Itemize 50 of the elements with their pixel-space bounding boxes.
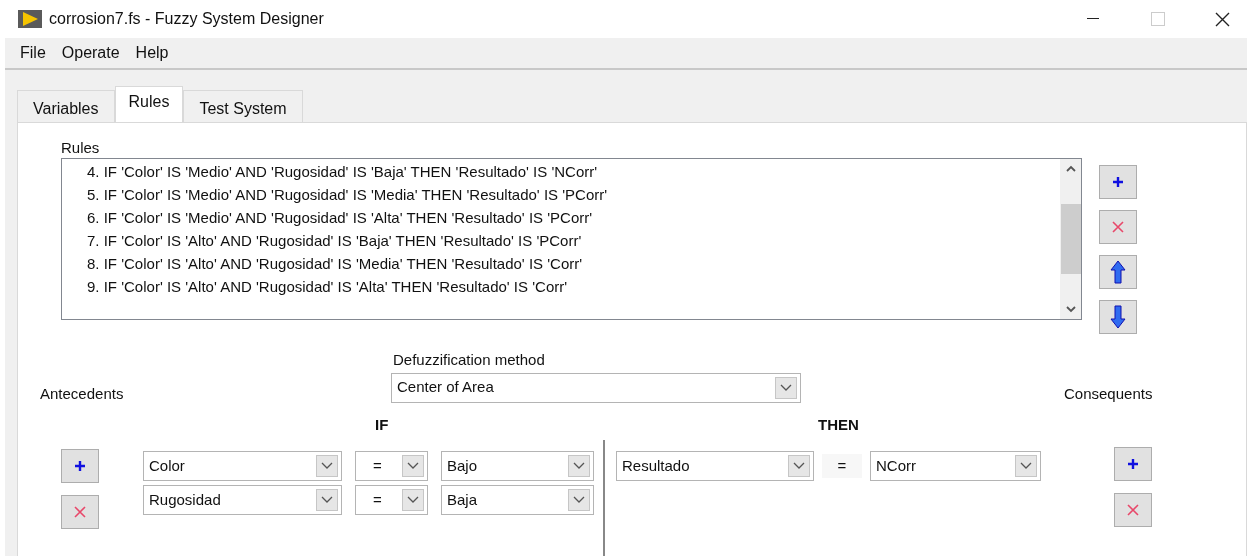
- tab[interactable]: Rules: [114, 86, 184, 122]
- then-heading: THEN: [818, 414, 860, 435]
- move-up-button[interactable]: [1099, 255, 1137, 289]
- scroll-down-icon[interactable]: [1065, 306, 1076, 313]
- window-title: corrosion7.fs - Fuzzy System Designer: [49, 9, 324, 29]
- dropdown[interactable]: Resultado: [616, 451, 814, 481]
- minimize-icon[interactable]: [1087, 18, 1099, 20]
- scroll-thumb[interactable]: [1060, 204, 1081, 274]
- rule-item[interactable]: 6. IF 'Color' IS 'Medio' AND 'Rugosidad' IS 'Alta' THEN 'Resultado' IS 'PCorr': [87, 208, 1060, 231]
- dropdown[interactable]: =: [355, 451, 428, 481]
- add-rule-button[interactable]: [1099, 165, 1137, 199]
- rule-item[interactable]: 4. IF 'Color' IS 'Medio' AND 'Rugosidad' IS 'Baja' THEN 'Resultado' IS 'NCorr': [87, 162, 1060, 185]
- plus-icon: [74, 460, 86, 472]
- menu-item[interactable]: File: [20, 41, 46, 65]
- if-heading: IF: [375, 414, 390, 435]
- equals-operator: =: [822, 454, 862, 478]
- app-logo-icon: [18, 10, 42, 28]
- dropdown[interactable]: =: [355, 485, 428, 515]
- dropdown[interactable]: Baja: [441, 485, 594, 515]
- add-consequent-button[interactable]: [1114, 447, 1152, 481]
- plus-icon: [1127, 458, 1139, 470]
- dropdown[interactable]: Bajo: [441, 451, 594, 481]
- plus-icon: [1112, 176, 1124, 188]
- consequents-label: Consequents: [1064, 384, 1153, 404]
- rule-item[interactable]: 5. IF 'Color' IS 'Medio' AND 'Rugosidad' IS 'Media' THEN 'Resultado' IS 'PCorr': [87, 185, 1060, 208]
- add-antecedent-button[interactable]: [61, 449, 99, 483]
- move-down-button[interactable]: [1099, 300, 1137, 334]
- menu-item[interactable]: Operate: [61, 41, 120, 65]
- up-arrow-icon: [1110, 260, 1126, 284]
- dropdown[interactable]: NCorr: [870, 451, 1041, 481]
- delete-icon: [1126, 503, 1140, 517]
- dropdown[interactable]: Color: [143, 451, 342, 481]
- rules-list[interactable]: [61, 158, 1082, 320]
- rules-label: Rules: [61, 139, 101, 157]
- tab[interactable]: Variables: [17, 90, 115, 122]
- scrollbar[interactable]: [1060, 159, 1081, 319]
- dropdown[interactable]: Rugosidad: [143, 485, 342, 515]
- menu-item[interactable]: Help: [135, 41, 169, 65]
- rule-item[interactable]: 8. IF 'Color' IS 'Alto' AND 'Rugosidad' IS 'Media' THEN 'Resultado' IS 'Corr': [87, 254, 1060, 277]
- rule-item[interactable]: 7. IF 'Color' IS 'Alto' AND 'Rugosidad' IS 'Baja' THEN 'Resultado' IS 'PCorr': [87, 231, 1060, 254]
- down-arrow-icon: [1110, 305, 1126, 329]
- delete-icon: [73, 505, 87, 519]
- defuzzification-label: Defuzzification method: [393, 350, 546, 370]
- rule-item[interactable]: 9. IF 'Color' IS 'Alto' AND 'Rugosidad' IS 'Alta' THEN 'Resultado' IS 'Corr': [87, 277, 1060, 300]
- scroll-up-icon[interactable]: [1065, 165, 1076, 172]
- tab[interactable]: Test System: [183, 90, 303, 122]
- antecedents-label: Antecedents: [40, 384, 125, 404]
- close-icon[interactable]: [1215, 11, 1230, 27]
- delete-icon: [1111, 220, 1125, 234]
- dropdown[interactable]: Center of Area: [391, 372, 801, 403]
